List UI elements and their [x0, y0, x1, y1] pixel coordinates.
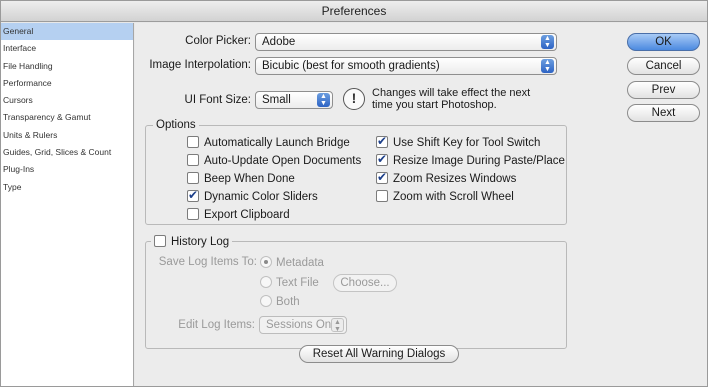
popup-arrows-icon: ▲ ▼ — [331, 318, 344, 333]
checkbox-label: Use Shift Key for Tool Switch — [393, 137, 541, 149]
sidebar-item-cursors[interactable]: Cursors — [1, 92, 133, 109]
sidebar-item-performance[interactable]: Performance — [1, 75, 133, 92]
checkbox-dynamic-color-sliders[interactable]: Dynamic Color Sliders — [187, 188, 318, 204]
checkbox-label: Resize Image During Paste/Place — [393, 155, 565, 167]
sidebar-item-interface[interactable]: Interface — [1, 40, 133, 57]
ok-button[interactable]: OK — [627, 33, 700, 51]
radio-dot-selected — [260, 256, 272, 268]
preferences-window: Preferences General Interface File Handl… — [0, 0, 708, 387]
radio-text-file[interactable]: Text File — [260, 276, 319, 290]
popup-arrows-icon: ▲ ▼ — [541, 59, 554, 73]
window-title: Preferences — [1, 1, 707, 22]
checkbox-box — [187, 154, 199, 166]
radio-metadata[interactable]: Metadata — [260, 256, 324, 270]
image-interpolation-select[interactable]: Bicubic (best for smooth gradients) ▲ ▼ — [255, 57, 557, 75]
color-picker-label: Color Picker: — [185, 35, 251, 47]
radio-label: Both — [276, 296, 300, 308]
popup-arrows-icon: ▲ ▼ — [541, 35, 554, 49]
cancel-button[interactable]: Cancel — [627, 57, 700, 75]
ui-font-size-label: UI Font Size: — [184, 94, 251, 106]
checkbox-zoom-resizes-windows[interactable]: Zoom Resizes Windows — [376, 170, 517, 186]
edit-log-items-select[interactable]: Sessions Only ▲ ▼ — [259, 316, 347, 334]
save-log-items-label: Save Log Items To: — [158, 256, 257, 268]
sidebar-item-transparency-gamut[interactable]: Transparency & Gamut — [1, 109, 133, 126]
image-interpolation-value: Bicubic (best for smooth gradients) — [262, 60, 440, 72]
radio-label: Metadata — [276, 257, 324, 269]
checkbox-label: Beep When Done — [204, 173, 295, 185]
sidebar-item-general[interactable]: General — [1, 23, 133, 41]
warning-icon: ! — [343, 88, 365, 110]
ui-font-size-value: Small — [262, 94, 291, 106]
checkbox-shift-key-tool-switch[interactable]: Use Shift Key for Tool Switch — [376, 134, 541, 150]
checkbox-auto-launch-bridge[interactable]: Automatically Launch Bridge — [187, 136, 350, 150]
sidebar-item-guides-grid-slices[interactable]: Guides, Grid, Slices & Count — [1, 144, 133, 161]
checkbox-box-checked — [376, 152, 388, 166]
radio-dot — [260, 295, 272, 307]
sidebar-item-plug-ins[interactable]: Plug-Ins — [1, 161, 133, 178]
radio-both[interactable]: Both — [260, 295, 300, 309]
checkbox-label: Zoom with Scroll Wheel — [393, 191, 514, 203]
edit-log-items-label: Edit Log Items: — [178, 319, 255, 331]
history-log-toggle[interactable]: History Log — [151, 235, 233, 248]
checkbox-export-clipboard[interactable]: Export Clipboard — [187, 208, 290, 222]
checkbox-label: Auto-Update Open Documents — [204, 155, 362, 167]
next-button[interactable]: Next — [627, 104, 700, 122]
checkbox-box-checked — [376, 170, 388, 184]
choose-button[interactable]: Choose... — [333, 274, 397, 292]
image-interpolation-label: Image Interpolation: — [149, 59, 251, 71]
checkbox-resize-during-paste[interactable]: Resize Image During Paste/Place — [376, 152, 565, 168]
history-log-title: History Log — [171, 236, 230, 248]
checkbox-box — [154, 235, 166, 247]
checkbox-box — [187, 208, 199, 220]
checkbox-zoom-scroll-wheel[interactable]: Zoom with Scroll Wheel — [376, 190, 514, 204]
checkbox-label: Export Clipboard — [204, 209, 290, 221]
restart-note: Changes will take effect the next time y… — [372, 87, 531, 111]
checkbox-box — [376, 190, 388, 202]
color-picker-select[interactable]: Adobe ▲ ▼ — [255, 33, 557, 51]
general-panel: Color Picker: Adobe ▲ ▼ Image Interpolati… — [135, 23, 707, 386]
reset-warning-dialogs-button[interactable]: Reset All Warning Dialogs — [299, 345, 459, 363]
sidebar-item-type[interactable]: Type — [1, 179, 133, 196]
edit-log-items-value: Sessions Only — [266, 319, 340, 331]
ui-font-size-select[interactable]: Small ▲ ▼ — [255, 91, 333, 109]
prev-button[interactable]: Prev — [627, 81, 700, 99]
checkbox-box-checked — [187, 188, 199, 202]
color-picker-value: Adobe — [262, 36, 296, 48]
radio-dot — [260, 276, 272, 288]
checkbox-auto-update-docs[interactable]: Auto-Update Open Documents — [187, 154, 361, 168]
checkbox-box — [187, 136, 199, 148]
checkbox-label: Zoom Resizes Windows — [393, 173, 517, 185]
options-title: Options — [153, 119, 199, 131]
sidebar: General Interface File Handling Performa… — [1, 23, 134, 386]
radio-label: Text File — [276, 277, 319, 289]
checkbox-box-checked — [376, 134, 388, 148]
sidebar-item-units-rulers[interactable]: Units & Rulers — [1, 127, 133, 144]
checkbox-beep-when-done[interactable]: Beep When Done — [187, 172, 295, 186]
checkbox-box — [187, 172, 199, 184]
checkbox-label: Automatically Launch Bridge — [204, 137, 350, 149]
popup-arrows-icon: ▲ ▼ — [317, 93, 330, 107]
sidebar-item-file-handling[interactable]: File Handling — [1, 58, 133, 75]
checkbox-label: Dynamic Color Sliders — [204, 191, 318, 203]
